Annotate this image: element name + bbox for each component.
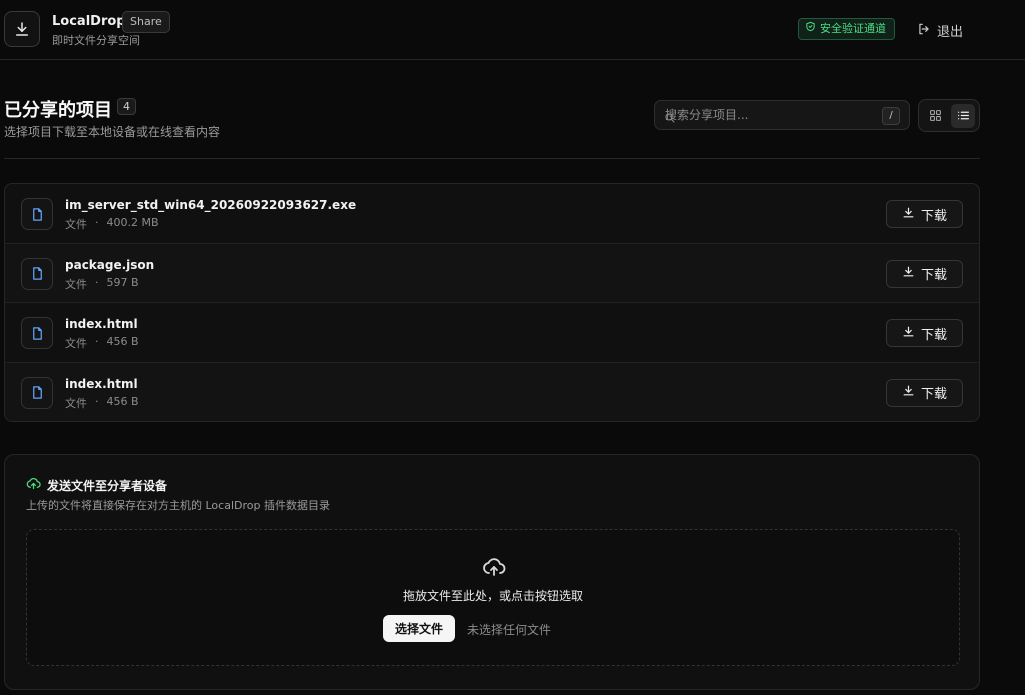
file-size: 456 B <box>106 335 139 348</box>
file-dropzone[interactable]: 拖放文件至此处，或点击按钮选取 选择文件 未选择任何文件 <box>26 529 960 666</box>
download-label: 下载 <box>920 208 947 224</box>
logout-icon <box>917 22 931 40</box>
file-meta: 文件 · 456 B <box>65 395 139 411</box>
view-toggle <box>918 99 980 132</box>
page-title: 已分享的项目 <box>4 100 112 121</box>
meta-separator: · <box>95 335 99 348</box>
file-type: 文件 <box>65 218 87 231</box>
file-meta: 文件 · 597 B <box>65 276 139 292</box>
file-row: im_server_std_win64_20260922093627.exe 文… <box>5 184 979 244</box>
secure-badge-label: 安全验证通道 <box>820 22 886 35</box>
item-count-badge: 4 <box>117 98 136 115</box>
cloud-upload-icon <box>482 555 506 583</box>
shield-check-icon <box>805 19 816 39</box>
file-icon <box>21 198 53 230</box>
file-row: index.html 文件 · 456 B 下载 <box>5 303 979 363</box>
download-icon <box>902 265 915 282</box>
file-icon <box>21 317 53 349</box>
file-list: im_server_std_win64_20260922093627.exe 文… <box>4 183 980 422</box>
file-meta: 文件 · 456 B <box>65 335 139 351</box>
dropzone-text: 拖放文件至此处，或点击按钮选取 <box>402 589 583 603</box>
app-header: LocalDrop Share 即时文件分享空间 安全验证通道 退出 <box>0 0 1025 60</box>
file-name: index.html <box>65 376 138 391</box>
file-name: package.json <box>65 257 155 272</box>
download-button[interactable]: 下载 <box>886 259 963 288</box>
file-icon <box>21 376 53 409</box>
section-divider <box>4 158 980 159</box>
download-label: 下载 <box>920 387 947 402</box>
cloud-upload-icon <box>26 476 41 494</box>
upload-title: 发送文件至分享者设备 <box>26 476 167 494</box>
download-logo-icon <box>4 11 40 47</box>
download-button[interactable]: 下载 <box>886 200 963 228</box>
page-subtitle: 选择项目下载至本地设备或在线查看内容 <box>4 125 221 139</box>
search-input[interactable] <box>665 101 875 129</box>
logout-label: 退出 <box>937 25 964 40</box>
upload-subtitle: 上传的文件将直接保存在对方主机的 LocalDrop 插件数据目录 <box>26 499 330 512</box>
meta-separator: · <box>95 394 99 408</box>
choose-file-button[interactable]: 选择文件 <box>383 615 456 642</box>
secure-channel-badge: 安全验证通道 <box>798 18 895 40</box>
app-name: LocalDrop <box>52 14 126 29</box>
file-row: package.json 文件 · 597 B 下载 <box>5 243 979 303</box>
meta-separator: · <box>95 275 99 289</box>
file-type: 文件 <box>65 337 87 350</box>
download-icon <box>902 384 915 401</box>
file-name: im_server_std_win64_20260922093627.exe <box>65 198 357 212</box>
file-size: 456 B <box>106 394 139 408</box>
meta-separator: · <box>95 216 99 229</box>
file-meta: 文件 · 400.2 MB <box>65 216 159 232</box>
file-size: 597 B <box>106 275 139 289</box>
file-row: index.html 文件 · 456 B 下载 <box>5 362 979 421</box>
file-name: index.html <box>65 317 138 331</box>
share-badge: Share <box>122 11 170 33</box>
grid-icon <box>929 107 942 126</box>
file-icon <box>21 257 53 290</box>
download-label: 下载 <box>920 268 947 283</box>
upload-card: 发送文件至分享者设备 上传的文件将直接保存在对方主机的 LocalDrop 插件… <box>4 454 980 690</box>
download-button[interactable]: 下载 <box>886 319 963 347</box>
upload-title-text: 发送文件至分享者设备 <box>47 478 168 493</box>
file-type: 文件 <box>65 277 87 291</box>
list-icon <box>957 107 970 126</box>
app-subtitle: 即时文件分享空间 <box>52 34 140 47</box>
download-icon <box>902 206 915 223</box>
list-view-button[interactable] <box>951 104 975 128</box>
download-icon <box>902 325 915 342</box>
grid-view-button[interactable] <box>923 104 947 128</box>
download-button[interactable]: 下载 <box>886 378 963 407</box>
file-size: 400.2 MB <box>106 216 159 229</box>
search-box: / <box>654 100 910 130</box>
file-type: 文件 <box>65 396 87 410</box>
logout-button[interactable]: 退出 <box>917 21 963 40</box>
search-shortcut-key: / <box>882 107 900 125</box>
no-file-label: 未选择任何文件 <box>467 623 552 637</box>
download-label: 下载 <box>920 327 947 343</box>
